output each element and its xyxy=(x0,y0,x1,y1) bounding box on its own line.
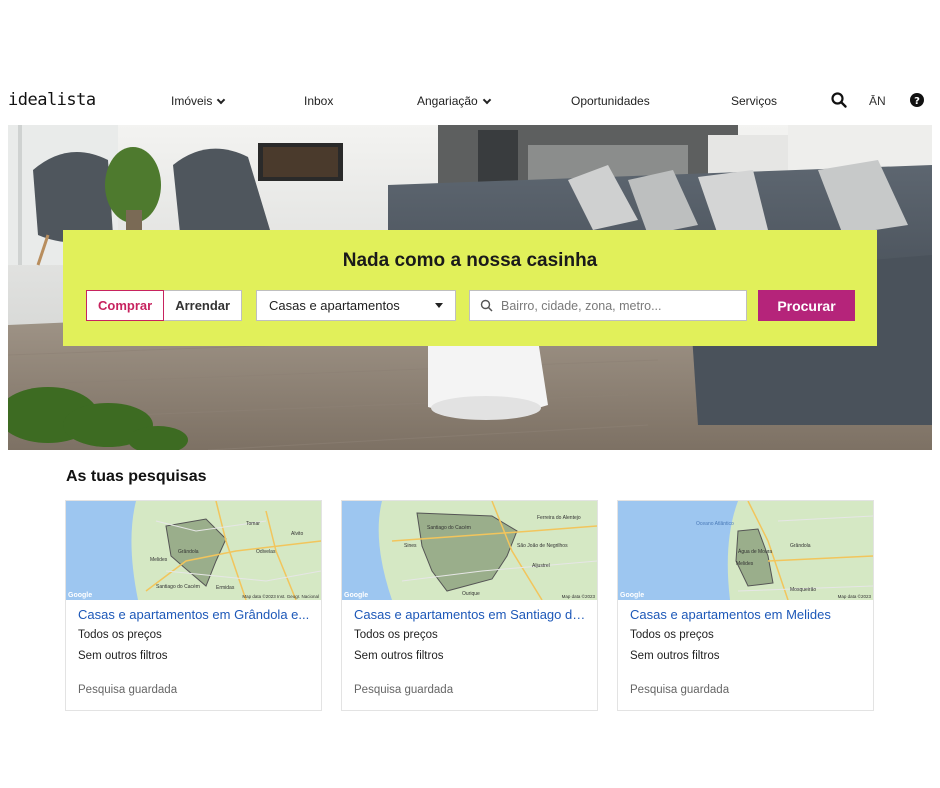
location-search-field[interactable] xyxy=(469,290,747,321)
search-icon xyxy=(480,299,493,312)
map-label: Santiago do Cacém xyxy=(427,525,471,531)
property-type-select[interactable]: Casas e apartamentos xyxy=(256,290,456,321)
toggle-comprar[interactable]: Comprar xyxy=(86,290,165,321)
location-search-input[interactable] xyxy=(501,298,731,313)
help-icon[interactable]: ? xyxy=(909,92,925,108)
saved-search-card[interactable]: Santiago do Cacém Ferreira do Alentejo S… xyxy=(341,500,598,711)
nav-inbox-label: Inbox xyxy=(304,94,334,108)
map-label: Ourique xyxy=(462,591,480,597)
saved-search-status: Pesquisa guardada xyxy=(354,684,454,696)
saved-search-filters: Sem outros filtros xyxy=(630,650,720,662)
nav-servicos[interactable]: Serviços xyxy=(731,94,777,108)
map-attribution: Map data ©2023 Inst. Geogr. Nacional xyxy=(242,593,319,599)
saved-search-price: Todos os preços xyxy=(78,629,162,641)
map-label: Odivelas xyxy=(256,549,276,555)
map-label: São João de Negrilhos xyxy=(517,543,568,549)
saved-search-card[interactable]: Oceano Atlântico Grândola Água de Moura … xyxy=(617,500,874,711)
map-label: Oceano Atlântico xyxy=(696,521,734,527)
search-icon[interactable] xyxy=(830,91,848,109)
chevron-down-icon xyxy=(217,95,226,104)
nav-imoveis-label: Imóveis xyxy=(171,94,213,108)
caret-down-icon xyxy=(435,303,443,308)
map-thumbnail: Grândola Melides Tomar Alvito Odivelas S… xyxy=(66,501,321,600)
hero-title: Nada como a nossa casinha xyxy=(342,250,598,271)
map-label: Sines xyxy=(404,543,417,549)
saved-search-filters: Sem outros filtros xyxy=(78,650,168,662)
map-label: Ferreira do Alentejo xyxy=(537,515,581,521)
nav-oportunidades[interactable]: Oportunidades xyxy=(571,94,650,108)
saved-search-title[interactable]: Casas e apartamentos em Santiago do... xyxy=(354,607,590,622)
top-header: idealista Imóveis Inbox Angariação Oport… xyxy=(0,86,940,118)
search-panel: Nada como a nossa casinha Comprar Arrend… xyxy=(63,230,877,346)
map-label: Melides xyxy=(150,557,168,563)
saved-search-filters: Sem outros filtros xyxy=(354,650,444,662)
map-label: Alvito xyxy=(291,531,303,537)
map-label: Mosqueirão xyxy=(790,587,816,593)
map-label: Tomar xyxy=(246,521,260,527)
idealista-logo[interactable]: idealista xyxy=(8,90,96,110)
saved-search-price: Todos os preços xyxy=(630,629,714,641)
saved-searches-title: As tuas pesquisas xyxy=(66,468,207,485)
property-type-value: Casas e apartamentos xyxy=(269,298,400,313)
map-thumbnail: Santiago do Cacém Ferreira do Alentejo S… xyxy=(342,501,597,600)
map-label: Melides xyxy=(736,561,754,567)
saved-search-card[interactable]: Grândola Melides Tomar Alvito Odivelas S… xyxy=(65,500,322,711)
nav-servicos-label: Serviços xyxy=(731,94,778,108)
search-button[interactable]: Procurar xyxy=(758,290,855,321)
map-thumbnail: Oceano Atlântico Grândola Água de Moura … xyxy=(618,501,873,600)
language-switcher[interactable]: ĀN xyxy=(869,94,886,108)
nav-oportunidades-label: Oportunidades xyxy=(571,94,650,108)
map-label: Grândola xyxy=(790,543,811,549)
map-label: Ermidas xyxy=(216,585,235,591)
map-label: Água de Moura xyxy=(738,548,772,555)
toggle-arrendar[interactable]: Arrendar xyxy=(164,290,243,321)
operation-toggle: Comprar Arrendar xyxy=(86,290,243,321)
nav-imoveis[interactable]: Imóveis xyxy=(171,94,226,108)
nav-inbox[interactable]: Inbox xyxy=(304,94,333,108)
saved-search-status: Pesquisa guardada xyxy=(630,684,730,696)
map-label: Santiago do Cacém xyxy=(156,584,200,590)
google-logo: Google xyxy=(68,592,92,599)
nav-angariacao[interactable]: Angariação xyxy=(417,94,491,108)
google-logo: Google xyxy=(620,592,644,599)
svg-text:?: ? xyxy=(914,96,920,107)
saved-search-price: Todos os preços xyxy=(354,629,438,641)
saved-search-status: Pesquisa guardada xyxy=(78,684,178,696)
saved-search-title[interactable]: Casas e apartamentos em Melides xyxy=(630,607,866,622)
map-label: Grândola xyxy=(178,549,199,555)
saved-search-title[interactable]: Casas e apartamentos em Grândola e... xyxy=(78,607,314,622)
map-attribution: Map data ©2023 xyxy=(838,593,872,599)
nav-angariacao-label: Angariação xyxy=(417,94,478,108)
chevron-down-icon xyxy=(482,95,491,104)
map-label: Aljustrel xyxy=(532,563,550,569)
google-logo: Google xyxy=(344,592,368,599)
map-attribution: Map data ©2023 xyxy=(562,593,596,599)
